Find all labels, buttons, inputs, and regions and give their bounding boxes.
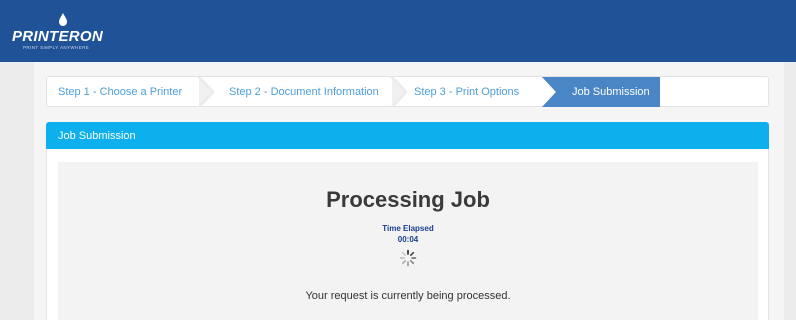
printeron-logo[interactable]: PRINTERON PRINT SIMPLY ANYWHERE bbox=[12, 13, 122, 50]
step-3-print-options[interactable]: Step 3 - Print Options bbox=[414, 86, 519, 98]
step-1-choose-printer[interactable]: Step 1 - Choose a Printer bbox=[58, 86, 182, 98]
top-header: PRINTERON PRINT SIMPLY ANYWHERE bbox=[0, 0, 796, 62]
loading-spinner-icon bbox=[399, 249, 417, 267]
panel-title: Job Submission bbox=[58, 130, 136, 142]
time-elapsed-label: Time Elapsed bbox=[382, 224, 434, 233]
logo-drop-icon bbox=[59, 13, 67, 26]
time-elapsed-value: 00:04 bbox=[397, 235, 419, 244]
status-message: Your request is currently being processe… bbox=[305, 290, 511, 302]
panel-header: Job Submission bbox=[46, 122, 769, 149]
logo-text: PRINTERON bbox=[12, 28, 104, 45]
logo-tagline: PRINT SIMPLY ANYWHERE bbox=[23, 45, 90, 50]
step-2-document-information[interactable]: Step 2 - Document Information bbox=[229, 86, 379, 98]
step-job-submission: Job Submission bbox=[572, 86, 650, 98]
processing-heading: Processing Job bbox=[326, 187, 490, 212]
